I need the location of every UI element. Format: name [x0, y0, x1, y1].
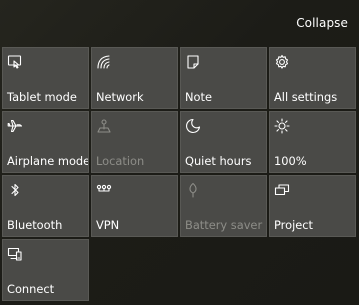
tile-label: Project: [274, 218, 313, 232]
tile-label: Note: [185, 90, 212, 104]
tile-label: VPN: [96, 218, 120, 232]
quick-actions-grid: Tablet mode Network Note All settings Ai…: [2, 47, 356, 301]
tile-vpn[interactable]: VPN: [91, 175, 178, 237]
tile-label: Network: [96, 90, 144, 104]
tile-airplane-mode[interactable]: Airplane mode: [2, 111, 89, 173]
tile-connect[interactable]: Connect: [2, 239, 89, 301]
tile-battery-saver[interactable]: Battery saver: [180, 175, 267, 237]
tile-label: Bluetooth: [7, 218, 63, 232]
tile-label: Connect: [7, 282, 55, 296]
brightness-icon: [274, 118, 290, 134]
tile-network[interactable]: Network: [91, 47, 178, 109]
project-icon: [274, 182, 290, 198]
battery-saver-icon: [185, 182, 201, 198]
location-icon: [96, 118, 112, 134]
tile-tablet-mode[interactable]: Tablet mode: [2, 47, 89, 109]
connect-icon: [7, 246, 23, 262]
gear-icon: [274, 54, 290, 70]
tile-project[interactable]: Project: [269, 175, 356, 237]
tile-note[interactable]: Note: [180, 47, 267, 109]
tile-label: Location: [96, 154, 145, 168]
tile-label: Airplane mode: [7, 154, 89, 168]
note-icon: [185, 54, 201, 70]
bluetooth-icon: [7, 182, 23, 198]
tile-label: 100%: [274, 154, 307, 168]
tile-location[interactable]: Location: [91, 111, 178, 173]
tile-bluetooth[interactable]: Bluetooth: [2, 175, 89, 237]
network-icon: [96, 54, 112, 70]
tile-all-settings[interactable]: All settings: [269, 47, 356, 109]
tile-label: Quiet hours: [185, 154, 252, 168]
moon-icon: [185, 118, 201, 134]
tile-label: Battery saver: [185, 218, 263, 232]
vpn-icon: [96, 182, 112, 198]
action-center-panel: Collapse Tablet mode Network Note All se…: [0, 0, 359, 305]
tile-label: All settings: [274, 90, 338, 104]
tile-quiet-hours[interactable]: Quiet hours: [180, 111, 267, 173]
collapse-button[interactable]: Collapse: [296, 16, 348, 30]
tile-brightness[interactable]: 100%: [269, 111, 356, 173]
airplane-icon: [7, 118, 23, 134]
tablet-mode-icon: [7, 54, 23, 70]
tile-label: Tablet mode: [7, 90, 77, 104]
